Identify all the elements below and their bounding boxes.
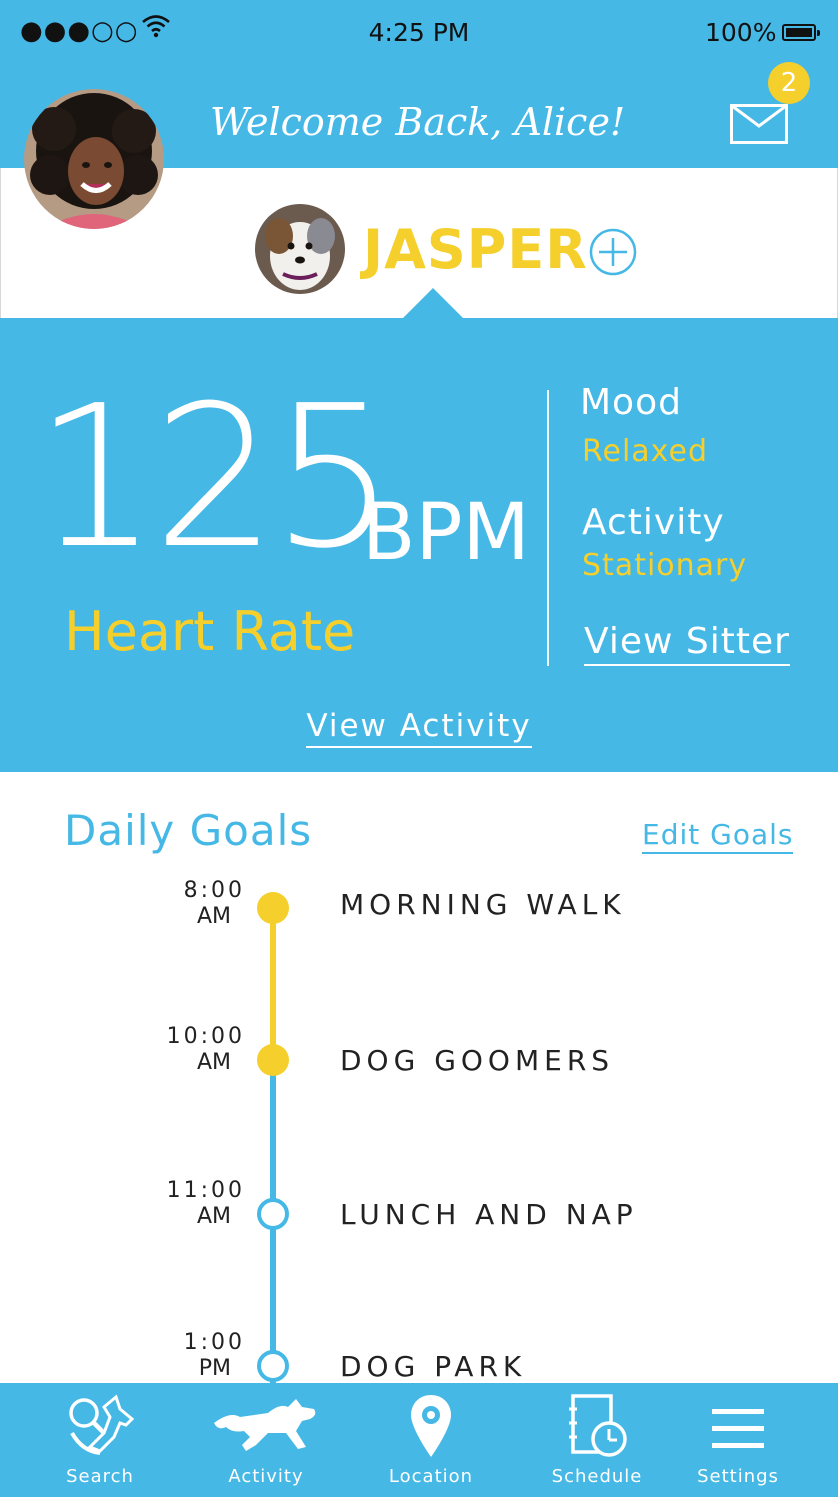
user-avatar[interactable]	[24, 89, 164, 229]
tab-location[interactable]: Location	[347, 1383, 515, 1497]
goal-time-ampm: AM	[196, 904, 231, 929]
edit-goals-link[interactable]: Edit Goals	[642, 818, 794, 854]
schedule-icon	[569, 1394, 627, 1457]
goal-time-value: 1:00	[183, 1330, 245, 1355]
battery-percent: 100%	[705, 18, 777, 47]
goal-time: 8:00 AM	[135, 878, 245, 930]
goal-status-dot[interactable]	[257, 1044, 289, 1076]
goal-title[interactable]: MORNING WALK	[340, 888, 626, 921]
goal-time-value: 11:00	[166, 1178, 245, 1203]
tab-label: Search	[66, 1466, 134, 1487]
goal-status-dot[interactable]	[257, 1198, 289, 1230]
pet-pointer	[402, 288, 464, 319]
goal-title[interactable]: DOG GOOMERS	[340, 1044, 614, 1077]
add-pet-icon[interactable]	[589, 228, 637, 276]
timeline-progress-line	[270, 908, 276, 1060]
tab-label: Activity	[228, 1466, 304, 1487]
tab-bar: Search Activity Location Schedule Settin…	[0, 1383, 838, 1497]
goal-time-value: 10:00	[166, 1024, 245, 1049]
goal-time-ampm: PM	[198, 1356, 231, 1381]
welcome-message: Welcome Back, Alice!	[210, 100, 626, 144]
goal-status-dot[interactable]	[257, 892, 289, 924]
daily-goals-title: Daily Goals	[64, 806, 313, 855]
tab-label: Location	[388, 1466, 474, 1487]
tab-label: Settings	[697, 1466, 779, 1487]
user-avatar-image	[24, 89, 164, 229]
goal-status-dot[interactable]	[257, 1350, 289, 1382]
goals-timeline: 8:00 AM MORNING WALK 10:00 AM DOG GOOMERS …	[0, 860, 838, 1400]
goal-time: 1:00 PM	[135, 1330, 245, 1382]
view-sitter-link[interactable]: View Sitter	[584, 621, 790, 666]
menu-icon	[712, 1409, 764, 1448]
stats-panel: 125 BPM Heart Rate Mood Relaxed Activity…	[0, 318, 838, 772]
tab-search[interactable]: Search	[16, 1383, 184, 1497]
pet-avatar[interactable]	[255, 204, 345, 294]
pet-avatar-image	[255, 204, 345, 294]
mail-icon[interactable]	[730, 104, 788, 144]
running-dog-icon	[214, 1399, 316, 1451]
timeline-remaining-line	[270, 1060, 276, 1400]
battery-icon	[782, 24, 820, 41]
view-activity-link[interactable]: View Activity	[306, 708, 532, 748]
mail-badge[interactable]: 2	[768, 62, 810, 104]
goal-time-ampm: AM	[196, 1050, 231, 1075]
goal-time: 10:00 AM	[135, 1024, 245, 1076]
goal-time-ampm: AM	[196, 1204, 231, 1229]
mood-label: Mood	[580, 382, 682, 423]
location-pin-icon	[411, 1395, 451, 1457]
tab-activity[interactable]: Activity	[182, 1383, 350, 1497]
heart-rate-value: 125	[34, 364, 396, 592]
dog-search-icon	[69, 1394, 135, 1455]
goal-title[interactable]: LUNCH AND NAP	[340, 1198, 638, 1231]
activity-value: Stationary	[582, 548, 748, 583]
heart-rate-unit: BPM	[362, 488, 530, 578]
stats-divider	[547, 390, 549, 666]
pet-name[interactable]: JASPER	[363, 218, 588, 281]
goal-title[interactable]: DOG PARK	[340, 1350, 526, 1383]
status-bar: ●●●○○ 4:25 PM 100%	[0, 0, 838, 62]
mood-value: Relaxed	[582, 434, 709, 469]
heart-rate-label: Heart Rate	[64, 600, 356, 663]
view-activity-row: View Activity	[0, 708, 838, 748]
tab-settings[interactable]: Settings	[654, 1383, 822, 1497]
activity-label: Activity	[582, 502, 725, 543]
goal-time-value: 8:00	[183, 878, 245, 903]
goal-time: 11:00 AM	[135, 1178, 245, 1230]
